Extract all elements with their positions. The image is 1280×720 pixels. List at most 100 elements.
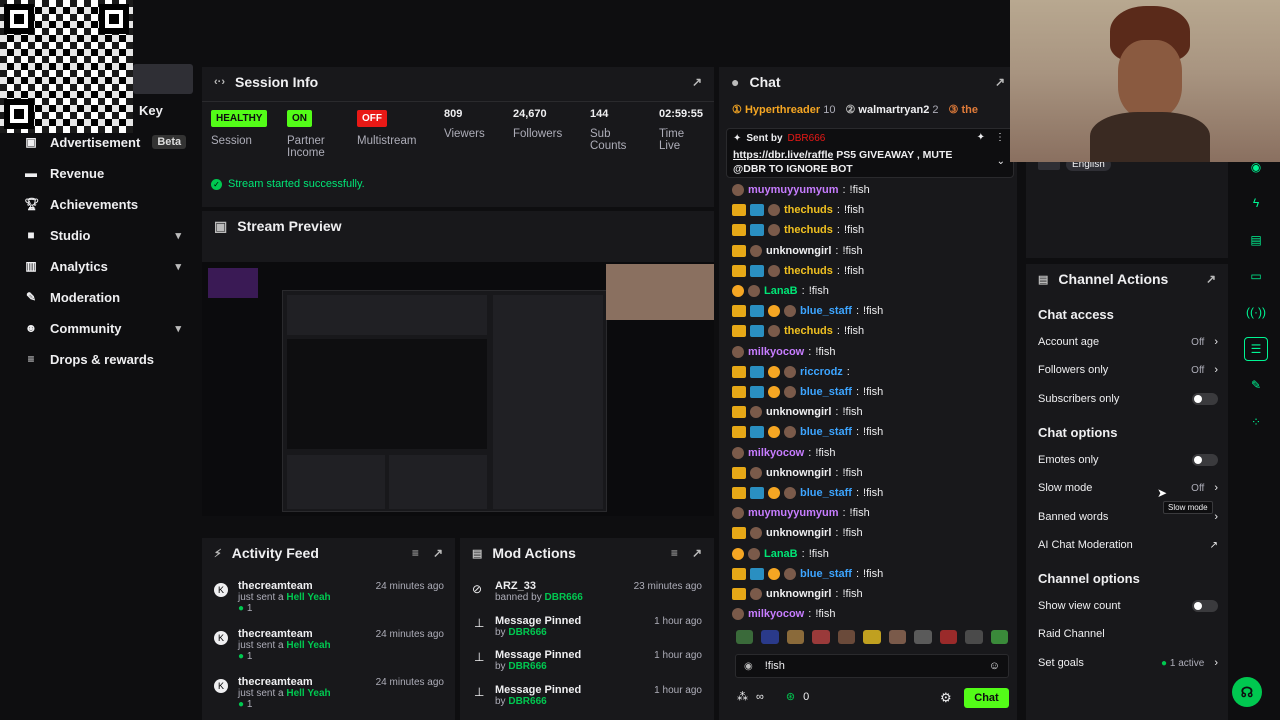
chat-input[interactable]: ◉ !fish ☺: [735, 654, 1009, 678]
rail-layout-icon[interactable]: ☰: [1244, 337, 1268, 361]
popout-icon[interactable]: ↗: [995, 75, 1005, 89]
chat-username[interactable]: unknowngirl: [766, 245, 831, 257]
subscriber-badge-icon: [750, 305, 764, 318]
chat-username[interactable]: blue_staff: [800, 305, 852, 317]
chat-username[interactable]: unknowngirl: [766, 406, 831, 418]
emote-icon[interactable]: [786, 630, 805, 644]
settings-gear-icon[interactable]: ⚙︎: [940, 690, 952, 706]
nav-item-community[interactable]: ☻ Community ▾: [0, 313, 195, 343]
chat-username[interactable]: thechuds: [784, 224, 833, 236]
chat-username[interactable]: blue_staff: [800, 426, 852, 438]
nav-item-key-label[interactable]: Key: [139, 103, 163, 118]
chat-username[interactable]: milkyocow: [748, 447, 804, 459]
chat-separator: :: [808, 608, 812, 621]
nav-item-advertisement[interactable]: ▣ Advertisement Beta: [0, 127, 195, 157]
chat-username[interactable]: thechuds: [784, 265, 833, 277]
nav-item-achievements[interactable]: 🏆︎ Achievements: [0, 189, 195, 219]
popout-icon[interactable]: ↗: [433, 546, 443, 560]
rail-document-icon[interactable]: ▤: [1244, 228, 1268, 252]
subscribers-only-toggle[interactable]: [1192, 393, 1218, 405]
stream-preview-video[interactable]: [202, 262, 714, 516]
nav-item-analytics[interactable]: ▥ Analytics ▾: [0, 251, 195, 281]
followers-only-row[interactable]: Followers only Off ›: [1038, 360, 1218, 380]
channel-actions-title: Channel Actions: [1058, 271, 1169, 287]
top-gifter[interactable]: ③ the: [949, 103, 978, 116]
mod-action-by: DBR666: [508, 627, 547, 638]
nav-item-revenue[interactable]: ▬ Revenue: [0, 158, 195, 188]
chat-username[interactable]: milkyocow: [748, 608, 804, 620]
emote-icon[interactable]: [837, 630, 856, 644]
emote-icon[interactable]: [863, 630, 881, 644]
set-goals-row[interactable]: Set goals ● 1 active ›: [1038, 653, 1218, 673]
send-chat-button[interactable]: Chat: [964, 688, 1009, 708]
stat-label: Live: [659, 140, 681, 152]
popout-icon[interactable]: ↗: [1206, 272, 1216, 286]
emoji-icon[interactable]: ☺: [989, 660, 1000, 672]
chat-username[interactable]: unknowngirl: [766, 588, 831, 600]
filter-icon[interactable]: ≡: [671, 546, 678, 560]
account-age-row[interactable]: Account age Off ›: [1038, 332, 1218, 352]
unpin-icon[interactable]: ✦: [977, 132, 985, 143]
raid-channel-row[interactable]: Raid Channel: [1038, 624, 1218, 644]
emote-icon[interactable]: [990, 630, 1008, 644]
rail-broadcast-icon[interactable]: ((·)): [1244, 300, 1268, 324]
chat-input-value[interactable]: !fish: [765, 660, 785, 672]
rail-bolt-icon[interactable]: ϟ: [1244, 191, 1268, 215]
stat-label: Followers: [513, 128, 563, 140]
show-view-count-toggle[interactable]: [1192, 600, 1218, 612]
banned-words-row[interactable]: Banned words ›: [1038, 507, 1218, 527]
chat-username[interactable]: unknowngirl: [766, 527, 831, 539]
emote-icon[interactable]: [736, 630, 754, 644]
chat-username[interactable]: LanaB: [764, 285, 798, 297]
chat-username[interactable]: unknowngirl: [766, 467, 831, 479]
chat-username[interactable]: milkyocow: [748, 346, 804, 358]
popout-icon[interactable]: ↗: [692, 75, 702, 89]
chevron-down-icon[interactable]: ⌄: [997, 156, 1005, 167]
chat-username[interactable]: blue_staff: [800, 386, 852, 398]
nav-selected-item[interactable]: [133, 64, 193, 94]
rail-chat-icon[interactable]: ▭: [1244, 264, 1268, 288]
rail-wrench-icon[interactable]: ✎: [1244, 373, 1268, 397]
emote-icon[interactable]: [812, 630, 830, 644]
chat-username[interactable]: muymuyyumyum: [748, 184, 838, 196]
chat-username[interactable]: muymuyyumyum: [748, 507, 838, 519]
external-link-icon: ↗: [1209, 539, 1218, 551]
rail-apps-icon[interactable]: ⁘: [1244, 410, 1268, 434]
emote-icon[interactable]: [761, 630, 779, 644]
bolt-icon: ⚡︎: [214, 547, 222, 560]
slow-mode-row[interactable]: Slow mode Off ›: [1038, 478, 1218, 498]
popout-icon[interactable]: ↗: [692, 546, 702, 560]
chat-username[interactable]: LanaB: [764, 548, 798, 560]
coin-badge-icon: [732, 547, 744, 560]
gift-icon: ≡: [27, 352, 35, 366]
pin-icon: ⊥: [474, 650, 485, 664]
emote-icon[interactable]: [939, 630, 958, 644]
mod-action-by: DBR666: [508, 661, 547, 672]
filter-icon[interactable]: ≡: [412, 546, 419, 560]
nav-item-drops-rewards[interactable]: ≡ Drops & rewards: [0, 344, 195, 374]
top-gifter[interactable]: ② walmartryan2 2: [845, 103, 938, 116]
chat-username[interactable]: riccrodz: [800, 366, 843, 378]
emotes-only-toggle[interactable]: [1192, 454, 1218, 466]
chat-username[interactable]: blue_staff: [800, 487, 852, 499]
chat-separator: :: [835, 527, 839, 540]
help-support-icon[interactable]: ☊: [1232, 677, 1262, 707]
chat-username[interactable]: thechuds: [784, 325, 833, 337]
nav-item-moderation[interactable]: ✎ Moderation: [0, 282, 195, 312]
avatar-icon: [732, 608, 744, 621]
nav-item-studio[interactable]: ■ Studio ▾: [0, 220, 195, 250]
chat-username[interactable]: thechuds: [784, 204, 833, 216]
infinity-icon[interactable]: ∞: [756, 691, 764, 703]
crown-badge-icon: [732, 244, 746, 257]
more-icon[interactable]: ⋮: [995, 132, 1005, 143]
ai-moderation-row[interactable]: AI Chat Moderation ↗: [1038, 535, 1218, 555]
pinned-link[interactable]: https://dbr.live/raffle: [733, 149, 833, 161]
top-gifter[interactable]: ① Hyperthreader 10: [732, 103, 835, 116]
emote-icon[interactable]: [888, 630, 907, 644]
pinned-message[interactable]: ✦ Sent by DBR666 ✦ ⋮ https://dbr.live/ra…: [726, 128, 1014, 178]
people-icon[interactable]: ⁂: [737, 690, 748, 703]
chevron-down-icon: ▾: [175, 260, 181, 273]
emote-icon[interactable]: [965, 630, 983, 644]
emote-icon[interactable]: [914, 630, 932, 644]
chat-username[interactable]: blue_staff: [800, 568, 852, 580]
